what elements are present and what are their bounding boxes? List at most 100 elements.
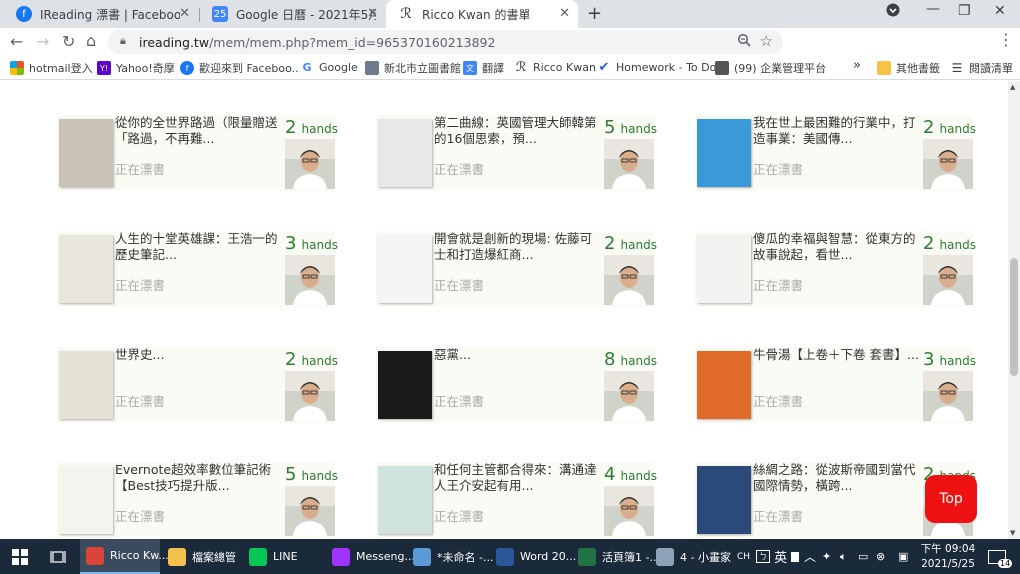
menu-dots-icon[interactable]: ⋮ <box>998 30 1014 49</box>
close-icon[interactable]: ✕ <box>367 6 378 21</box>
book-cover[interactable] <box>697 119 751 187</box>
holder-avatar[interactable] <box>285 486 335 536</box>
holder-avatar[interactable] <box>285 139 335 189</box>
bookmarks-overflow-button[interactable]: » <box>853 58 861 73</box>
bookmark-business-platform[interactable]: (99) 企業管理平台 <box>715 60 826 76</box>
book-title[interactable]: 傻瓜的幸福與智慧：從東方的故事說起，看世... <box>753 231 923 263</box>
holder-avatar[interactable] <box>923 139 973 189</box>
book-card[interactable]: 和任何主管都合得來：溝通達人王介安起有用... 正在漂書 4 hands <box>376 462 657 538</box>
bookmark-ricco-kwan[interactable]: ℛ Ricco Kwan <box>514 60 596 75</box>
minimize-icon[interactable]: — <box>926 1 940 17</box>
book-title[interactable]: 從你的全世界路過（限量贈送「路過，不再難... <box>115 115 285 147</box>
book-card[interactable]: 牛骨湯【上卷＋下卷 套書】... 正在漂書 3 hands <box>695 347 976 423</box>
taskbar-app[interactable]: 4 - 小畫家 <box>650 539 734 574</box>
bookmark-facebook[interactable]: f 歡迎來到 Faceboo... <box>180 60 302 76</box>
tab-google-calendar[interactable]: 25 Google 日曆 - 2021年5月24日至... ✕ <box>200 0 386 28</box>
taskbar-app[interactable]: Ricco Kw... <box>80 539 169 574</box>
holder-avatar[interactable] <box>604 371 654 421</box>
back-to-top-button[interactable]: Top <box>925 475 977 523</box>
network-icon[interactable]: ▭ <box>858 539 868 574</box>
start-button[interactable] <box>6 539 28 574</box>
new-tab-button[interactable]: + <box>587 3 602 24</box>
book-title[interactable]: 我在世上最困難的行業中，打造事業：美國傳... <box>753 115 923 147</box>
book-title[interactable]: 惡黨... <box>434 347 604 379</box>
book-card[interactable]: 我在世上最困難的行業中，打造事業：美國傳... 正在漂書 2 hands <box>695 115 976 191</box>
scrollbar-thumb[interactable] <box>1010 258 1018 376</box>
book-cover[interactable] <box>59 235 113 303</box>
calendar-tray-icon[interactable]: ▣ <box>898 539 908 574</box>
book-title[interactable]: 絲綢之路：從波斯帝國到當代國際情勢，橫跨... <box>753 462 923 494</box>
book-cover[interactable] <box>59 466 113 534</box>
book-title[interactable]: 牛骨湯【上卷＋下卷 套書】... <box>753 347 923 379</box>
book-card[interactable]: Evernote超效率數位筆記術【Best技巧提升版... 正在漂書 5 hands <box>57 462 338 538</box>
volume-icon[interactable]: 🔈︎ <box>840 539 847 574</box>
window-close-icon[interactable]: ✕ <box>994 3 1006 19</box>
holder-avatar[interactable] <box>604 486 654 536</box>
holder-avatar[interactable] <box>285 371 335 421</box>
book-cover[interactable] <box>378 119 432 187</box>
taskbar-app[interactable]: 檔案總管 <box>162 539 242 574</box>
taskbar-app[interactable]: LINE <box>243 539 325 574</box>
scroll-down-arrow-icon[interactable]: ▼ <box>1010 529 1015 537</box>
close-icon[interactable]: ✕ <box>559 6 570 21</box>
holder-avatar[interactable] <box>285 255 335 305</box>
address-bar[interactable]: 🔒︎ ireading.tw/mem/mem.php?mem_id=965370… <box>108 30 783 54</box>
sync-error-icon[interactable]: ⊗ <box>876 539 885 574</box>
bookmark-google[interactable]: G Google <box>300 60 358 74</box>
tab-ricco-kwan-booklist[interactable]: ℛ Ricco Kwan 的書單 ✕ <box>386 0 578 28</box>
book-title[interactable]: Evernote超效率數位筆記術【Best技巧提升版... <box>115 462 285 494</box>
bookmark-star-icon[interactable]: ☆ <box>760 32 773 50</box>
book-cover[interactable] <box>378 466 432 534</box>
zoom-icon[interactable] <box>737 33 751 51</box>
reading-list-button[interactable]: ☰ 閱讀清單 <box>950 60 1013 76</box>
book-cover[interactable] <box>697 466 751 534</box>
book-title[interactable]: 世界史... <box>115 347 285 379</box>
book-title[interactable]: 第二曲線：英國管理大師韓第的16個思索，預... <box>434 115 604 147</box>
holder-avatar[interactable] <box>604 255 654 305</box>
notification-center-button[interactable]: 14 <box>988 539 1013 574</box>
book-cover[interactable] <box>378 235 432 303</box>
taskbar-app[interactable]: Messeng... <box>326 539 415 574</box>
book-card[interactable]: 從你的全世界路過（限量贈送「路過，不再難... 正在漂書 2 hands <box>57 115 338 191</box>
book-card[interactable]: 傻瓜的幸福與智慧：從東方的故事說起，看世... 正在漂書 2 hands <box>695 231 976 307</box>
bookmark-hotmail[interactable]: hotmail登入 <box>10 60 93 76</box>
bookmark-translate[interactable]: 文翻譯 <box>463 60 504 76</box>
task-view-button[interactable] <box>44 539 66 574</box>
reload-icon[interactable]: ↻ <box>62 32 75 51</box>
scroll-up-arrow-icon[interactable]: ▲ <box>1010 83 1015 91</box>
holder-avatar[interactable] <box>923 255 973 305</box>
book-card[interactable]: 第二曲線：英國管理大師韓第的16個思索，預... 正在漂書 5 hands <box>376 115 657 191</box>
bookmark-yahoo[interactable]: Y! Yahoo!奇摩 <box>97 60 175 76</box>
bookmark-other-folder[interactable]: 其他書籤 <box>877 60 940 76</box>
book-title[interactable]: 人生的十堂英雄課：王浩一的歷史筆記... <box>115 231 285 263</box>
taskbar-app[interactable]: Word 20... <box>490 539 576 574</box>
taskbar-app[interactable]: *未命名 -... <box>407 539 493 574</box>
home-icon[interactable]: ⌂ <box>86 31 96 50</box>
book-cover[interactable] <box>697 235 751 303</box>
tab-search-icon[interactable] <box>886 3 900 21</box>
bookmark-homework-todo[interactable]: ✔ Homework - To Do <box>597 60 717 75</box>
vertical-scrollbar[interactable]: ▲ ▼ <box>1008 81 1020 539</box>
bookmark-library[interactable]: 新北市立圖書館 <box>365 60 461 76</box>
book-title[interactable]: 開會就是創新的現場: 佐藤可士和打造爆紅商... <box>434 231 604 263</box>
book-cover[interactable] <box>697 351 751 419</box>
book-cover[interactable] <box>59 119 113 187</box>
close-icon[interactable]: ✕ <box>179 6 190 21</box>
book-card[interactable]: 人生的十堂英雄課：王浩一的歷史筆記... 正在漂書 3 hands <box>57 231 338 307</box>
forward-arrow-icon[interactable]: → <box>36 32 49 51</box>
tray-overflow-icon[interactable]: ︿ <box>804 539 816 574</box>
book-cover[interactable] <box>378 351 432 419</box>
restore-icon[interactable]: ❐ <box>958 3 971 19</box>
holder-avatar[interactable] <box>604 139 654 189</box>
dropbox-icon[interactable]: ✦ <box>822 539 831 574</box>
book-card[interactable]: 惡黨... 正在漂書 8 hands <box>376 347 657 423</box>
holder-avatar[interactable] <box>923 371 973 421</box>
book-card[interactable]: 開會就是創新的現場: 佐藤可士和打造爆紅商... 正在漂書 2 hands <box>376 231 657 307</box>
tab-facebook[interactable]: f IReading 漂書 | Facebook ✕ <box>4 0 198 28</box>
book-cover[interactable] <box>59 351 113 419</box>
taskbar-app[interactable]: 活頁簿1 -... <box>572 539 660 574</box>
back-arrow-icon[interactable]: ← <box>10 32 23 51</box>
book-card[interactable]: 世界史... 正在漂書 2 hands <box>57 347 338 423</box>
system-clock[interactable]: 下午 09:04 2021/5/25 <box>920 542 976 572</box>
ime-indicator[interactable]: CH ㄅ 英 <box>737 539 800 574</box>
